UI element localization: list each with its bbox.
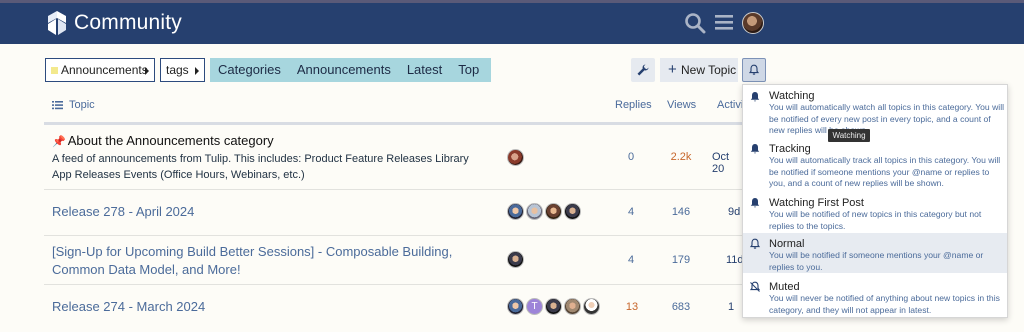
option-description: You will never be notified of anything a… <box>769 293 1000 315</box>
views-count: 146 <box>671 206 691 218</box>
wrench-icon <box>637 64 649 76</box>
row-divider <box>44 235 766 236</box>
activity-column-header[interactable]: Activi <box>717 99 743 111</box>
list-icon <box>52 101 63 110</box>
navigation-tabs: Categories Announcements Latest Top <box>210 58 491 82</box>
avatar[interactable] <box>564 298 581 315</box>
table-header-divider <box>44 122 766 125</box>
avatar[interactable] <box>507 251 524 268</box>
caret-right-icon <box>145 67 149 75</box>
tooltip: Watching <box>828 129 870 142</box>
notifications-button[interactable] <box>742 58 766 82</box>
replies-count: 13 <box>625 301 639 313</box>
option-title: Muted <box>769 281 800 293</box>
avatar[interactable] <box>545 298 562 315</box>
site-header: Community <box>0 0 1024 44</box>
activity-time[interactable]: Oct 20 <box>712 151 742 175</box>
logo-icon[interactable] <box>44 9 70 37</box>
brand-name[interactable]: Community <box>74 11 182 35</box>
row-divider <box>44 189 766 190</box>
avatar[interactable] <box>507 149 524 166</box>
bell-filled-icon <box>750 92 760 102</box>
topic-link[interactable]: Release 274 - March 2024 <box>52 298 205 316</box>
replies-count: 0 <box>627 151 635 163</box>
header-top-border <box>0 0 1024 3</box>
option-description: You will be notified if someone mentions… <box>769 250 984 272</box>
topic-title: About the Announcements category <box>67 133 274 148</box>
caret-right-icon <box>195 67 199 75</box>
category-color-swatch <box>51 67 58 74</box>
tab-categories[interactable]: Categories <box>210 58 289 82</box>
notification-level-menu: Watching You will automatically watch al… <box>742 84 1008 318</box>
avatar-letter[interactable]: T <box>526 298 543 315</box>
views-count: 683 <box>671 301 691 313</box>
activity-time[interactable]: 11d <box>726 254 744 266</box>
poster-avatars <box>507 203 581 220</box>
new-topic-button[interactable]: + New Topic <box>660 58 738 82</box>
notification-option-watching-first-post[interactable]: Watching First Post You will be notified… <box>743 191 1007 233</box>
topic-column-header[interactable]: Topic <box>69 99 95 111</box>
user-avatar[interactable] <box>742 12 764 34</box>
avatar[interactable] <box>583 298 600 315</box>
notification-option-muted[interactable]: Muted You will never be notified of anyt… <box>743 275 1007 317</box>
bell-filled-icon <box>750 198 760 208</box>
avatar[interactable] <box>507 298 524 315</box>
activity-time[interactable]: 1 <box>728 301 740 313</box>
search-icon[interactable] <box>684 12 706 34</box>
avatar[interactable] <box>564 203 581 220</box>
views-count: 2.2k <box>670 151 692 163</box>
option-description: You will be notified of new topics in th… <box>769 209 982 231</box>
plus-icon: + <box>668 61 677 78</box>
new-topic-label: New Topic <box>681 63 737 77</box>
avatar[interactable] <box>545 203 562 220</box>
poster-avatars: T <box>507 298 600 315</box>
poster-avatars <box>507 149 524 166</box>
notification-option-normal[interactable]: Normal You will be notified if someone m… <box>743 233 1007 273</box>
option-description: You will automatically watch all topics … <box>769 102 1005 135</box>
tab-announcements[interactable]: Announcements <box>289 58 399 82</box>
option-title: Normal <box>769 238 805 250</box>
replies-column-header[interactable]: Replies <box>615 99 652 111</box>
activity-time[interactable]: 9d <box>728 206 742 218</box>
bell-outline-icon <box>749 238 761 249</box>
option-title: Tracking <box>769 143 811 155</box>
option-title: Watching <box>769 90 815 102</box>
notification-option-tracking[interactable]: Tracking You will automatically track al… <box>743 138 1007 191</box>
bell-slash-icon <box>749 281 761 292</box>
views-column-header[interactable]: Views <box>667 99 696 111</box>
tab-latest[interactable]: Latest <box>399 58 450 82</box>
poster-avatars <box>507 251 524 268</box>
replies-count: 4 <box>627 254 635 266</box>
avatar[interactable] <box>526 203 543 220</box>
topic-link[interactable]: Release 278 - April 2024 <box>52 203 194 221</box>
notification-option-watching[interactable]: Watching You will automatically watch al… <box>743 85 1007 138</box>
row-divider <box>44 284 766 285</box>
option-title: Watching First Post <box>769 197 864 209</box>
tags-breadcrumb-dropdown[interactable]: tags <box>160 58 205 82</box>
topic-link[interactable]: [Sign-Up for Upcoming Build Better Sessi… <box>52 243 502 279</box>
topic-link-pinned[interactable]: 📌 About the Announcements category <box>52 133 274 148</box>
admin-wrench-button[interactable] <box>631 58 655 82</box>
bell-filled-icon <box>750 144 760 154</box>
replies-count: 4 <box>627 206 635 218</box>
avatar[interactable] <box>507 203 524 220</box>
category-breadcrumb-label: Announcements <box>61 63 148 77</box>
option-description: You will automatically track all topics … <box>769 155 1001 188</box>
pin-icon: 📌 <box>52 136 66 148</box>
tags-breadcrumb-label: tags <box>166 63 189 77</box>
tab-top[interactable]: Top <box>450 58 487 82</box>
hamburger-menu-icon[interactable] <box>714 13 734 31</box>
views-count: 179 <box>671 254 691 266</box>
topic-excerpt: A feed of announcements from Tulip. This… <box>52 153 469 181</box>
bell-outline-icon <box>748 64 760 75</box>
category-breadcrumb-dropdown[interactable]: Announcements <box>45 58 155 82</box>
